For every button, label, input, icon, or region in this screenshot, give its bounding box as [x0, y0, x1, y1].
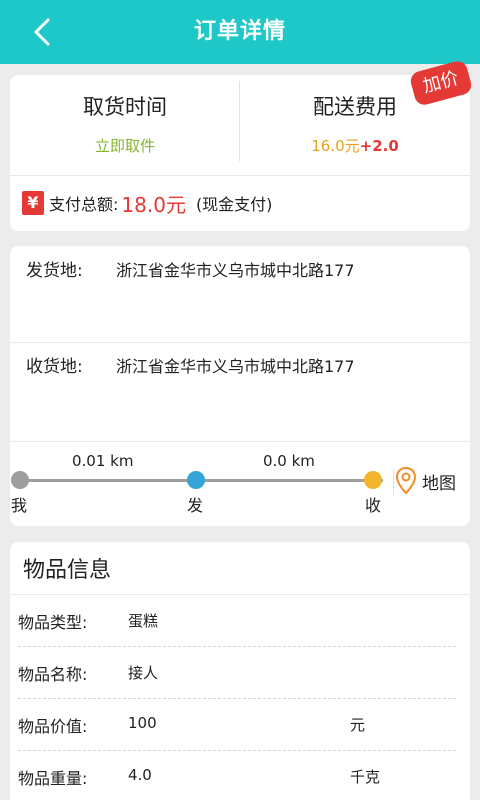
map-divider	[393, 468, 394, 496]
payment-total-amount: 18.0元	[121, 192, 186, 217]
goods-row-value: 4.0	[128, 766, 152, 784]
order-summary-card: 取货时间 立即取件 配送费用 16.0元+2.0 ¥ 支付总额: 18.0元 (…	[10, 75, 470, 231]
pickup-time-section: 取货时间 立即取件	[10, 75, 240, 175]
route-node-receiver	[364, 471, 382, 489]
goods-row-value-amount: 物品价值: 100 元	[10, 699, 470, 751]
chevron-left-icon	[34, 18, 50, 46]
markup-badge-wrap: 加价	[408, 59, 474, 108]
payment-total-label: 支付总额:	[49, 195, 119, 214]
markup-badge: 加价	[408, 59, 474, 107]
goods-row-unit: 元	[350, 716, 366, 734]
address-separator-2	[10, 441, 470, 442]
goods-row-label: 物品名称:	[18, 665, 88, 684]
goods-info-title: 物品信息	[23, 558, 112, 583]
address-card: 发货地: 浙江省金华市义乌市城中北路177 收货地: 浙江省金华市义乌市城中北路…	[10, 246, 470, 526]
route-node-sender	[187, 471, 205, 489]
delivery-fee-extra: +2.0	[359, 137, 399, 155]
location-pin-icon	[396, 467, 416, 495]
payment-total-row: ¥ 支付总额: 18.0元 (现金支付)	[22, 189, 272, 217]
goods-row-type: 物品类型: 蛋糕	[10, 595, 470, 647]
distance-me-to-sender: 0.01 km	[72, 452, 134, 470]
back-button[interactable]	[26, 14, 60, 50]
payment-method: (现金支付)	[195, 195, 273, 214]
pickup-time-label: 取货时间	[83, 95, 167, 119]
goods-info-card: 物品信息 物品类型: 蛋糕 物品名称: 接人 物品价值: 100 元 物品重量:…	[10, 542, 470, 800]
receiver-address-label: 收货地:	[26, 357, 83, 377]
sender-address-value: 浙江省金华市义乌市城中北路177	[116, 261, 355, 280]
app-header: 订单详情	[0, 0, 480, 64]
summary-separator	[10, 175, 470, 176]
goods-row-unit: 千克	[350, 768, 381, 786]
map-label: 地图	[422, 473, 456, 494]
goods-row-label: 物品重量:	[18, 769, 88, 788]
distance-sender-to-receiver: 0.0 km	[263, 452, 315, 470]
page-title: 订单详情	[193, 19, 286, 44]
goods-row-value: 100	[128, 714, 157, 732]
route-label-sender: 发	[187, 496, 204, 515]
route-label-me: 我	[11, 496, 28, 515]
goods-row-label: 物品类型:	[18, 613, 88, 632]
map-button[interactable]: 地图	[396, 466, 456, 496]
yuan-icon: ¥	[22, 191, 44, 215]
goods-row-label: 物品价值:	[18, 717, 88, 736]
goods-row-weight: 物品重量: 4.0 千克	[10, 751, 470, 800]
goods-row-name: 物品名称: 接人	[10, 647, 470, 699]
pickup-time-value: 立即取件	[94, 137, 155, 155]
route-node-me	[11, 471, 29, 489]
goods-row-value: 接人	[128, 664, 159, 682]
goods-row-value: 蛋糕	[128, 612, 159, 630]
receiver-address-value: 浙江省金华市义乌市城中北路177	[116, 357, 355, 376]
address-separator-1	[10, 342, 470, 343]
route-label-receiver: 收	[365, 496, 382, 515]
sender-address-label: 发货地:	[26, 261, 83, 281]
delivery-fee-value: 16.0元+2.0	[240, 135, 470, 156]
delivery-fee-base: 16.0元	[311, 137, 360, 155]
